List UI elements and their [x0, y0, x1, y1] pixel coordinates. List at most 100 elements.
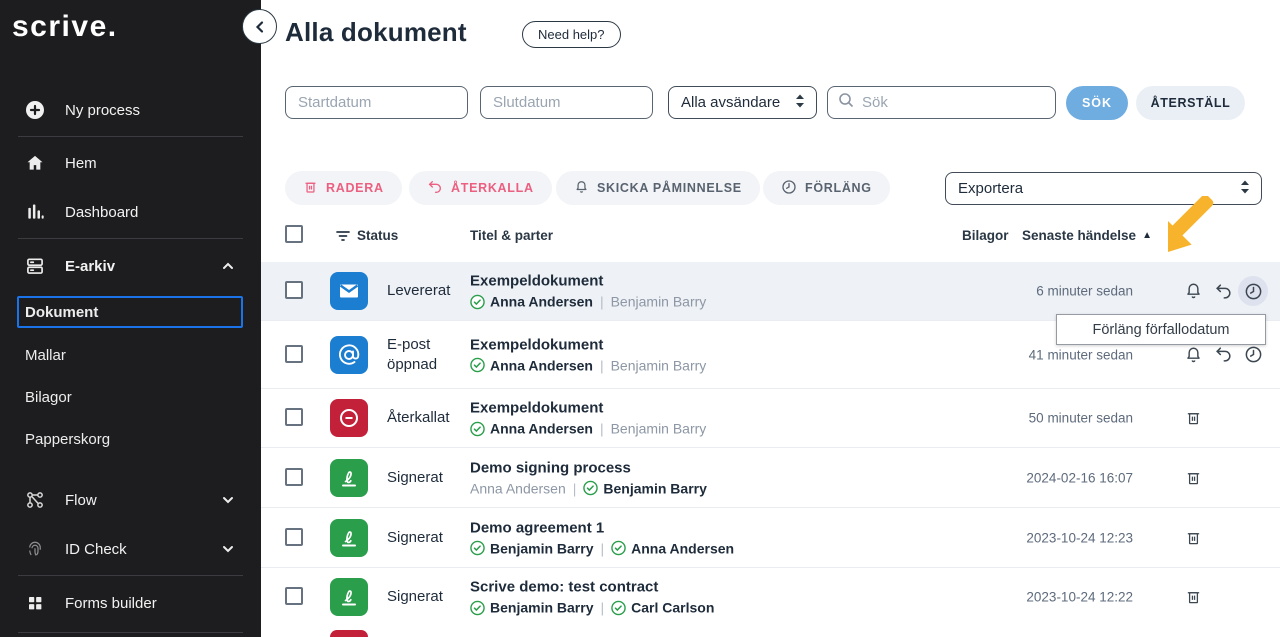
- sidebar-subitem-label: Bilagor: [25, 389, 72, 406]
- start-date-input[interactable]: [285, 86, 468, 119]
- sidebar-item-dokument[interactable]: Dokument: [17, 296, 243, 328]
- reminder-icon-button[interactable]: [1178, 276, 1208, 306]
- party-separator: |: [598, 540, 606, 556]
- document-parties: Benjamin Barry|Carl Carlson: [470, 600, 714, 616]
- table-row[interactable]: Signerat Scrive demo: test contract Benj…: [261, 567, 1280, 626]
- column-header-attachments: Bilagor: [962, 228, 1009, 243]
- search-icon: [838, 92, 854, 113]
- column-header-title: Titel & parter: [470, 228, 553, 243]
- bar-chart-icon: [24, 201, 46, 223]
- party-separator: |: [598, 357, 606, 373]
- document-title[interactable]: Demo agreement 1: [470, 519, 734, 536]
- table-row[interactable]: Signerat Demo agreement 1 Benjamin Barry…: [261, 507, 1280, 567]
- signed-check-icon: [470, 541, 485, 556]
- reset-button[interactable]: ÅTERSTÄLL: [1136, 86, 1245, 120]
- sidebar-item-papperskorg[interactable]: Papperskorg: [0, 423, 261, 455]
- bell-icon: [574, 179, 589, 198]
- sidebar-item-label: Dashboard: [65, 204, 138, 221]
- sidebar-item-forms-builder[interactable]: Forms builder: [0, 586, 261, 620]
- document-title[interactable]: Demo signing process: [470, 459, 707, 476]
- select-arrows-icon: [794, 93, 806, 113]
- undo-icon: [427, 179, 443, 198]
- row-checkbox[interactable]: [285, 587, 303, 605]
- party-name: Benjamin Barry: [603, 480, 706, 496]
- party-name: Carl Carlson: [631, 600, 714, 616]
- row-checkbox[interactable]: [285, 345, 303, 363]
- row-checkbox[interactable]: [285, 281, 303, 299]
- row-checkbox[interactable]: [285, 528, 303, 546]
- extend-button[interactable]: FÖRLÄNG: [763, 171, 890, 205]
- search-input[interactable]: [862, 94, 1061, 111]
- export-select[interactable]: Exportera: [945, 172, 1262, 205]
- row-checkbox[interactable]: [285, 468, 303, 486]
- need-help-button[interactable]: Need help?: [522, 21, 621, 48]
- status-label: E-post öppnad: [387, 334, 463, 375]
- document-title[interactable]: Exempeldokument: [470, 400, 706, 417]
- chevron-up-icon[interactable]: [221, 259, 235, 273]
- status-label: Återkallat: [387, 408, 463, 428]
- delete-icon-button[interactable]: [1178, 523, 1208, 553]
- signature-status-icon: [330, 578, 368, 616]
- sidebar-item-flow[interactable]: Flow: [0, 483, 261, 517]
- delete-button[interactable]: RADERA: [285, 171, 402, 205]
- document-parties: Anna Andersen|Benjamin Barry: [470, 421, 706, 437]
- sidebar-item-bilagor[interactable]: Bilagor: [0, 381, 261, 413]
- party-name: Anna Andersen: [631, 540, 734, 556]
- signed-check-icon: [611, 600, 626, 615]
- sidebar-item-ny-process[interactable]: Ny process: [0, 93, 261, 127]
- sidebar-item-label: ID Check: [65, 541, 127, 558]
- delete-icon-button[interactable]: [1178, 582, 1208, 612]
- column-header-last-event[interactable]: Senaste händelse ▲: [1022, 228, 1152, 243]
- revoked-status-icon: [330, 399, 368, 437]
- sidebar-item-label: Hem: [65, 155, 97, 172]
- party-name: Benjamin Barry: [490, 600, 593, 616]
- chevron-down-icon[interactable]: [221, 542, 235, 556]
- collapse-sidebar-button[interactable]: [242, 9, 277, 44]
- sidebar-item-mallar[interactable]: Mallar: [0, 339, 261, 371]
- document-parties: Anna Andersen|Benjamin Barry: [470, 357, 706, 373]
- archive-icon: [24, 255, 46, 277]
- party-name: Anna Andersen: [490, 357, 593, 373]
- extend-icon-button[interactable]: [1238, 276, 1268, 306]
- sidebar-divider: [18, 136, 243, 137]
- document-parties: Anna Andersen|Benjamin Barry: [470, 294, 706, 310]
- scrive-logo[interactable]: scrive.: [12, 10, 118, 44]
- document-title[interactable]: Exempeldokument: [470, 336, 706, 353]
- table-row[interactable]: Återkallat Exempeldokument Anna Andersen…: [261, 388, 1280, 447]
- signed-check-icon: [470, 421, 485, 436]
- table-row[interactable]: Signerat Demo signing process Anna Ander…: [261, 447, 1280, 507]
- sidebar-item-hem[interactable]: Hem: [0, 146, 261, 180]
- select-all-checkbox[interactable]: [285, 225, 303, 243]
- chevron-down-icon[interactable]: [221, 493, 235, 507]
- sidebar-item-id-check[interactable]: ID Check: [0, 532, 261, 566]
- recall-icon-button[interactable]: [1208, 276, 1238, 306]
- status-label: Signerat: [387, 527, 463, 547]
- recall-button[interactable]: ÅTERKALLA: [409, 171, 552, 205]
- row-checkbox[interactable]: [285, 408, 303, 426]
- sidebar-divider: [18, 238, 243, 239]
- sender-select[interactable]: Alla avsändare: [668, 86, 817, 119]
- sidebar-item-e-arkiv[interactable]: E-arkiv: [0, 249, 261, 283]
- sidebar-subitem-label: Dokument: [25, 304, 98, 321]
- partial-row-status-icon: [330, 630, 368, 637]
- status-filter-icon[interactable]: [335, 229, 351, 246]
- delete-icon-button[interactable]: [1178, 463, 1208, 493]
- trash-icon: [303, 179, 318, 198]
- sidebar-item-dashboard[interactable]: Dashboard: [0, 195, 261, 229]
- scrive-archive-page: scrive. Ny process Hem Dashboard E-: [0, 0, 1280, 637]
- export-select-value: Exportera: [958, 180, 1023, 197]
- search-button[interactable]: SÖK: [1066, 86, 1128, 120]
- send-reminder-button-label: SKICKA PÅMINNELSE: [597, 181, 742, 195]
- document-title[interactable]: Scrive demo: test contract: [470, 579, 714, 596]
- select-arrows-icon: [1239, 179, 1251, 199]
- end-date-input[interactable]: [480, 86, 653, 119]
- status-label: Signerat: [387, 587, 463, 607]
- delete-icon-button[interactable]: [1178, 403, 1208, 433]
- document-title[interactable]: Exempeldokument: [470, 273, 706, 290]
- flow-icon: [24, 489, 46, 511]
- send-reminder-button[interactable]: SKICKA PÅMINNELSE: [556, 171, 760, 205]
- table-header-row: Status Titel & parter Bilagor Senaste hä…: [261, 224, 1280, 254]
- envelope-status-icon: [330, 272, 368, 310]
- table-row[interactable]: Levererat Exempeldokument Anna Andersen|…: [261, 262, 1280, 320]
- column-header-status[interactable]: Status: [357, 228, 398, 243]
